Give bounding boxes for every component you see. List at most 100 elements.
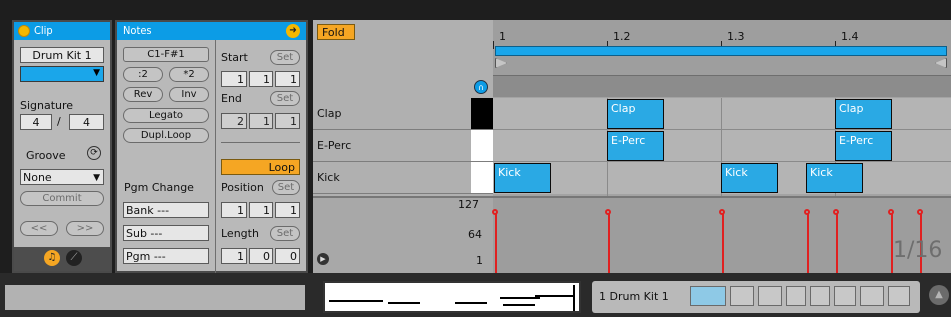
start-sixteenth-field[interactable]: 1 bbox=[275, 71, 300, 87]
end-bar-field[interactable]: 2 bbox=[221, 113, 247, 129]
note-kick-1[interactable]: Kick bbox=[494, 163, 551, 193]
lane-name-e-perc: E-Perc bbox=[317, 139, 352, 152]
fold-button[interactable]: Fold bbox=[317, 24, 355, 40]
end-marker[interactable] bbox=[935, 58, 947, 68]
note-clap-1[interactable]: Clap bbox=[607, 99, 664, 129]
note-eperc-2[interactable]: E-Perc bbox=[835, 131, 892, 161]
length-sixteenth-field[interactable]: 0 bbox=[275, 248, 300, 264]
start-bar-field[interactable]: 1 bbox=[221, 71, 247, 87]
note-kick-2[interactable]: Kick bbox=[721, 163, 778, 193]
commit-button[interactable]: Commit bbox=[20, 191, 104, 206]
chevron-down-icon: ▼ bbox=[93, 68, 100, 78]
chevron-down-icon: ▼ bbox=[93, 173, 100, 183]
loop-brace[interactable] bbox=[495, 46, 947, 56]
notes-header-label: Notes bbox=[123, 24, 152, 37]
clip-panel: Clip Drum Kit 1 ▼ Signature 4 / 4 Groove… bbox=[12, 20, 112, 273]
play-icon[interactable]: ▶ bbox=[317, 253, 329, 265]
velocity-max-label: 127 bbox=[458, 198, 479, 211]
preview-headphones-icon[interactable]: ∩ bbox=[474, 80, 488, 94]
ruler-tick-1: 1 bbox=[499, 30, 506, 43]
nav-forward-button[interactable]: >> bbox=[66, 221, 104, 236]
start-beat-field[interactable]: 1 bbox=[249, 71, 273, 87]
ruler-tick-1-2: 1.2 bbox=[613, 30, 631, 43]
track-chooser[interactable]: 1 Drum Kit 1 bbox=[592, 281, 920, 313]
notes-panel: Notes ➜ C1-F#1 :2 *2 Rev Inv Legato Dupl… bbox=[115, 20, 308, 273]
arrow-right-icon[interactable]: ➜ bbox=[286, 24, 300, 38]
groove-dropdown[interactable]: None ▼ bbox=[20, 169, 104, 185]
loop-button[interactable]: Loop bbox=[221, 159, 300, 175]
status-bar bbox=[5, 285, 305, 310]
timeline-ruler[interactable]: 1 1.2 1.3 1.4 bbox=[493, 20, 951, 75]
notes-column-divider bbox=[215, 40, 216, 273]
end-set-button[interactable]: Set bbox=[270, 91, 300, 106]
midi-editor: Fold ∩ 1 1.2 1.3 1.4 Clap E-Perc Kick Cl… bbox=[313, 20, 951, 273]
key-kick[interactable] bbox=[471, 162, 493, 193]
end-sixteenth-field[interactable]: 1 bbox=[275, 113, 300, 129]
clip-footer bbox=[14, 247, 110, 271]
velocity-stem-kick-2[interactable] bbox=[719, 209, 725, 273]
velocity-stem-kick-1[interactable] bbox=[492, 209, 498, 273]
overview-mini-map[interactable] bbox=[323, 281, 581, 313]
clip-header[interactable]: Clip bbox=[14, 22, 110, 40]
key-e-perc[interactable] bbox=[471, 130, 493, 161]
velocity-mid-label: 64 bbox=[468, 228, 482, 241]
signature-numerator[interactable]: 4 bbox=[20, 114, 52, 130]
clip-activator-icon[interactable] bbox=[18, 25, 30, 37]
length-label: Length bbox=[221, 227, 259, 240]
editor-scroll-bar[interactable] bbox=[493, 75, 951, 97]
start-marker[interactable] bbox=[495, 58, 507, 68]
length-bar-field[interactable]: 1 bbox=[221, 248, 247, 264]
nav-back-button[interactable]: << bbox=[20, 221, 58, 236]
legato-button[interactable]: Legato bbox=[123, 108, 209, 123]
lane-name-clap: Clap bbox=[317, 107, 342, 120]
envelope-icon[interactable]: ⟋ bbox=[66, 250, 82, 266]
notes-separator bbox=[221, 142, 300, 143]
notes-header[interactable]: Notes ➜ bbox=[117, 22, 306, 40]
note-clap-2[interactable]: Clap bbox=[835, 99, 892, 129]
signature-denominator[interactable]: 4 bbox=[69, 114, 104, 130]
invert-button[interactable]: Inv bbox=[169, 87, 209, 102]
half-length-button[interactable]: :2 bbox=[123, 67, 163, 82]
midi-note-icon[interactable]: ♫ bbox=[44, 250, 60, 266]
position-label: Position bbox=[221, 181, 264, 194]
start-set-button[interactable]: Set bbox=[270, 50, 300, 65]
position-beat-field[interactable]: 1 bbox=[249, 202, 273, 218]
track-name-label: 1 Drum Kit 1 bbox=[599, 290, 669, 303]
hide-detail-view-icon[interactable]: ▲ bbox=[929, 285, 949, 305]
velocity-stem-clap-1[interactable] bbox=[605, 209, 611, 273]
note-kick-3[interactable]: Kick bbox=[806, 163, 863, 193]
duplicate-loop-button[interactable]: Dupl.Loop bbox=[123, 128, 209, 143]
velocity-min-label: 1 bbox=[476, 254, 483, 267]
length-set-button[interactable]: Set bbox=[270, 226, 300, 241]
key-clap[interactable] bbox=[471, 98, 493, 129]
ruler-tick-1-3: 1.3 bbox=[727, 30, 745, 43]
pgm-field[interactable]: Pgm --- bbox=[123, 248, 209, 264]
double-length-button[interactable]: *2 bbox=[169, 67, 209, 82]
end-label: End bbox=[221, 92, 242, 105]
velocity-stem-clap-2[interactable] bbox=[833, 209, 839, 273]
signature-label: Signature bbox=[20, 99, 74, 112]
clip-header-label: Clip bbox=[34, 24, 53, 37]
sub-field[interactable]: Sub --- bbox=[123, 225, 209, 241]
signature-separator: / bbox=[57, 115, 61, 128]
lane-name-kick: Kick bbox=[317, 171, 340, 184]
note-range-field[interactable]: C1-F#1 bbox=[123, 47, 209, 62]
position-set-button[interactable]: Set bbox=[272, 180, 300, 195]
groove-value: None bbox=[23, 171, 52, 184]
end-beat-field[interactable]: 1 bbox=[249, 113, 273, 129]
ruler-tick-1-4: 1.4 bbox=[841, 30, 859, 43]
reverse-button[interactable]: Rev bbox=[123, 87, 163, 102]
pgm-change-label: Pgm Change bbox=[124, 181, 194, 194]
groove-label: Groove bbox=[26, 149, 66, 162]
grid-resolution-label[interactable]: 1/16 bbox=[893, 238, 942, 263]
velocity-stem-kick-3[interactable] bbox=[804, 209, 810, 273]
position-sixteenth-field[interactable]: 1 bbox=[275, 202, 300, 218]
groove-hot-swap-icon[interactable]: ⟳ bbox=[87, 146, 101, 160]
bank-field[interactable]: Bank --- bbox=[123, 202, 209, 218]
note-eperc-1[interactable]: E-Perc bbox=[607, 131, 664, 161]
length-beat-field[interactable]: 0 bbox=[249, 248, 273, 264]
start-label: Start bbox=[221, 51, 248, 64]
clip-name-field[interactable]: Drum Kit 1 bbox=[20, 47, 104, 63]
clip-color-dropdown[interactable]: ▼ bbox=[20, 66, 104, 82]
position-bar-field[interactable]: 1 bbox=[221, 202, 247, 218]
